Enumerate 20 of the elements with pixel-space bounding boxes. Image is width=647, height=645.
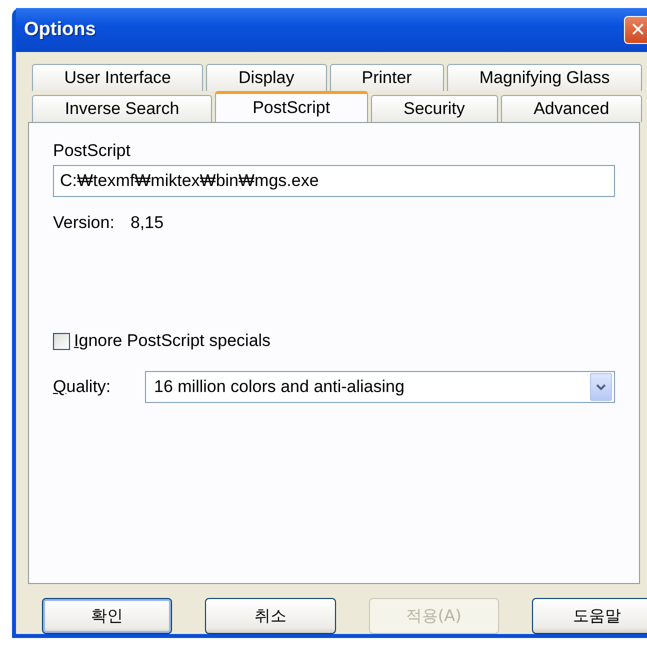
tab[interactable]: Inverse Search xyxy=(32,95,212,122)
path-field[interactable]: C:₩texmf₩miktex₩bin₩mgs.exe xyxy=(53,165,615,197)
field-label: PostScript xyxy=(53,141,132,161)
tab[interactable]: Magnifying Glass xyxy=(447,64,642,91)
version-label: Version: xyxy=(53,213,114,233)
version-value: 8,15 xyxy=(130,213,164,233)
quality-dropdown[interactable]: 16 million colors and anti-aliasing xyxy=(145,371,615,403)
tab[interactable]: PostScript xyxy=(215,91,368,122)
tab[interactable]: Security xyxy=(370,95,498,122)
tab[interactable]: Display xyxy=(206,64,327,91)
dialog-button[interactable]: 확인 xyxy=(42,598,172,634)
dialog-button[interactable]: 취소 xyxy=(205,598,336,634)
dialog-button[interactable]: 도움말 xyxy=(532,598,647,634)
quality-label: Quality: xyxy=(53,377,112,397)
window-title: Options xyxy=(24,19,96,41)
tab[interactable]: User Interface xyxy=(32,64,204,91)
tab[interactable]: Advanced xyxy=(500,95,642,122)
tab[interactable]: Printer xyxy=(330,64,444,91)
checkbox-label[interactable]: Ignore PostScript specials xyxy=(74,331,271,351)
checkbox[interactable] xyxy=(53,332,70,350)
